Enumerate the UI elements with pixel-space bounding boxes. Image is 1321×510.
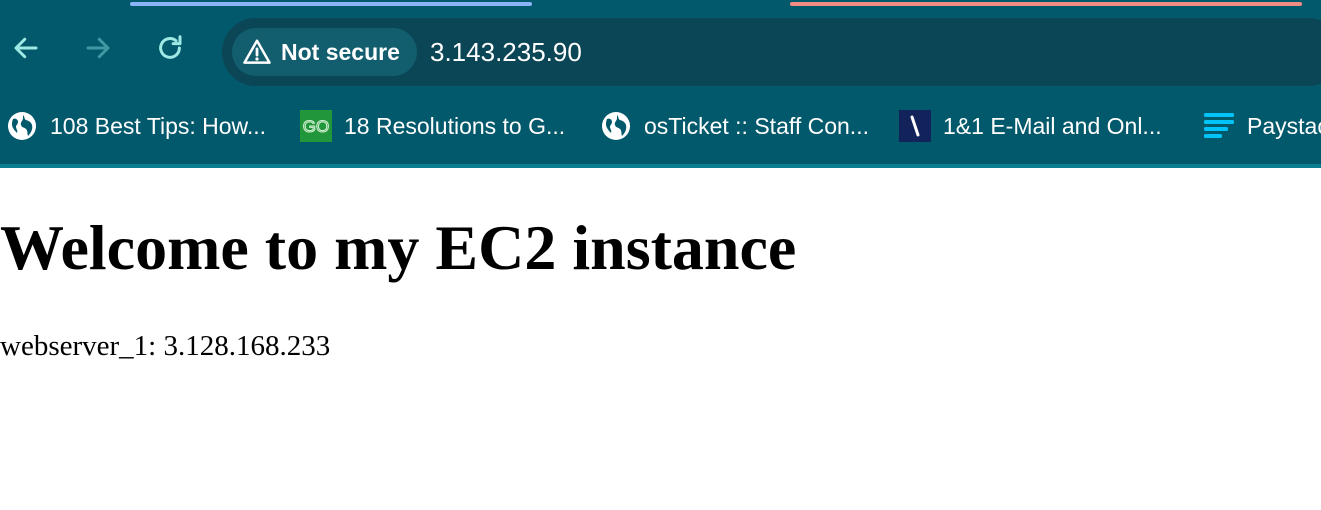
page-title: Welcome to my EC2 instance bbox=[0, 212, 797, 283]
tab-strip bbox=[0, 0, 1321, 12]
back-button[interactable] bbox=[8, 30, 44, 66]
security-label: Not secure bbox=[281, 38, 400, 65]
bookmark-item[interactable]: 108 Best Tips: How... bbox=[6, 108, 266, 144]
svg-text:GO: GO bbox=[303, 117, 329, 136]
bookmark-item[interactable]: GO 18 Resolutions to G... bbox=[300, 108, 565, 144]
server-info: webserver_1: 3.128.168.233 bbox=[0, 330, 331, 362]
browser-chrome: Not secure 3.143.235.90 108 Best Tips: H… bbox=[0, 0, 1321, 168]
security-indicator-button[interactable]: Not secure bbox=[232, 28, 417, 76]
go-logo-icon: GO bbox=[300, 110, 332, 142]
paystack-logo-icon bbox=[1204, 113, 1234, 138]
bookmark-label: osTicket :: Staff Con... bbox=[644, 112, 869, 139]
warning-triangle-icon bbox=[243, 39, 271, 64]
url-text[interactable]: 3.143.235.90 bbox=[430, 18, 582, 86]
bookmark-label: 1&1 E-Mail and Onl... bbox=[943, 112, 1162, 139]
browser-toolbar: Not secure 3.143.235.90 bbox=[0, 12, 1321, 88]
ionos-logo-icon bbox=[899, 110, 931, 142]
active-tab-indicator[interactable] bbox=[130, 2, 532, 6]
bookmark-item[interactable]: osTicket :: Staff Con... bbox=[600, 108, 869, 144]
address-bar[interactable]: Not secure 3.143.235.90 bbox=[222, 18, 1321, 86]
bookmark-label: 108 Best Tips: How... bbox=[50, 112, 267, 139]
bookmark-item[interactable]: 1&1 E-Mail and Onl... bbox=[899, 108, 1162, 144]
bookmark-item[interactable]: Paystac bbox=[1203, 108, 1321, 144]
reload-icon bbox=[159, 35, 182, 59]
globe-icon bbox=[602, 112, 630, 140]
bookmark-label: Paystac bbox=[1247, 112, 1321, 139]
arrow-right-icon bbox=[86, 37, 110, 59]
page-content: Welcome to my EC2 instance webserver_1: … bbox=[0, 168, 1321, 510]
arrow-left-icon bbox=[14, 37, 38, 59]
tab-indicator[interactable] bbox=[790, 2, 1302, 6]
bookmarks-bar: 108 Best Tips: How... GO 18 Resolutions … bbox=[0, 88, 1321, 164]
forward-button[interactable] bbox=[80, 30, 116, 66]
reload-button[interactable] bbox=[152, 30, 188, 66]
globe-icon bbox=[8, 112, 36, 140]
bookmark-label: 18 Resolutions to G... bbox=[344, 112, 566, 139]
